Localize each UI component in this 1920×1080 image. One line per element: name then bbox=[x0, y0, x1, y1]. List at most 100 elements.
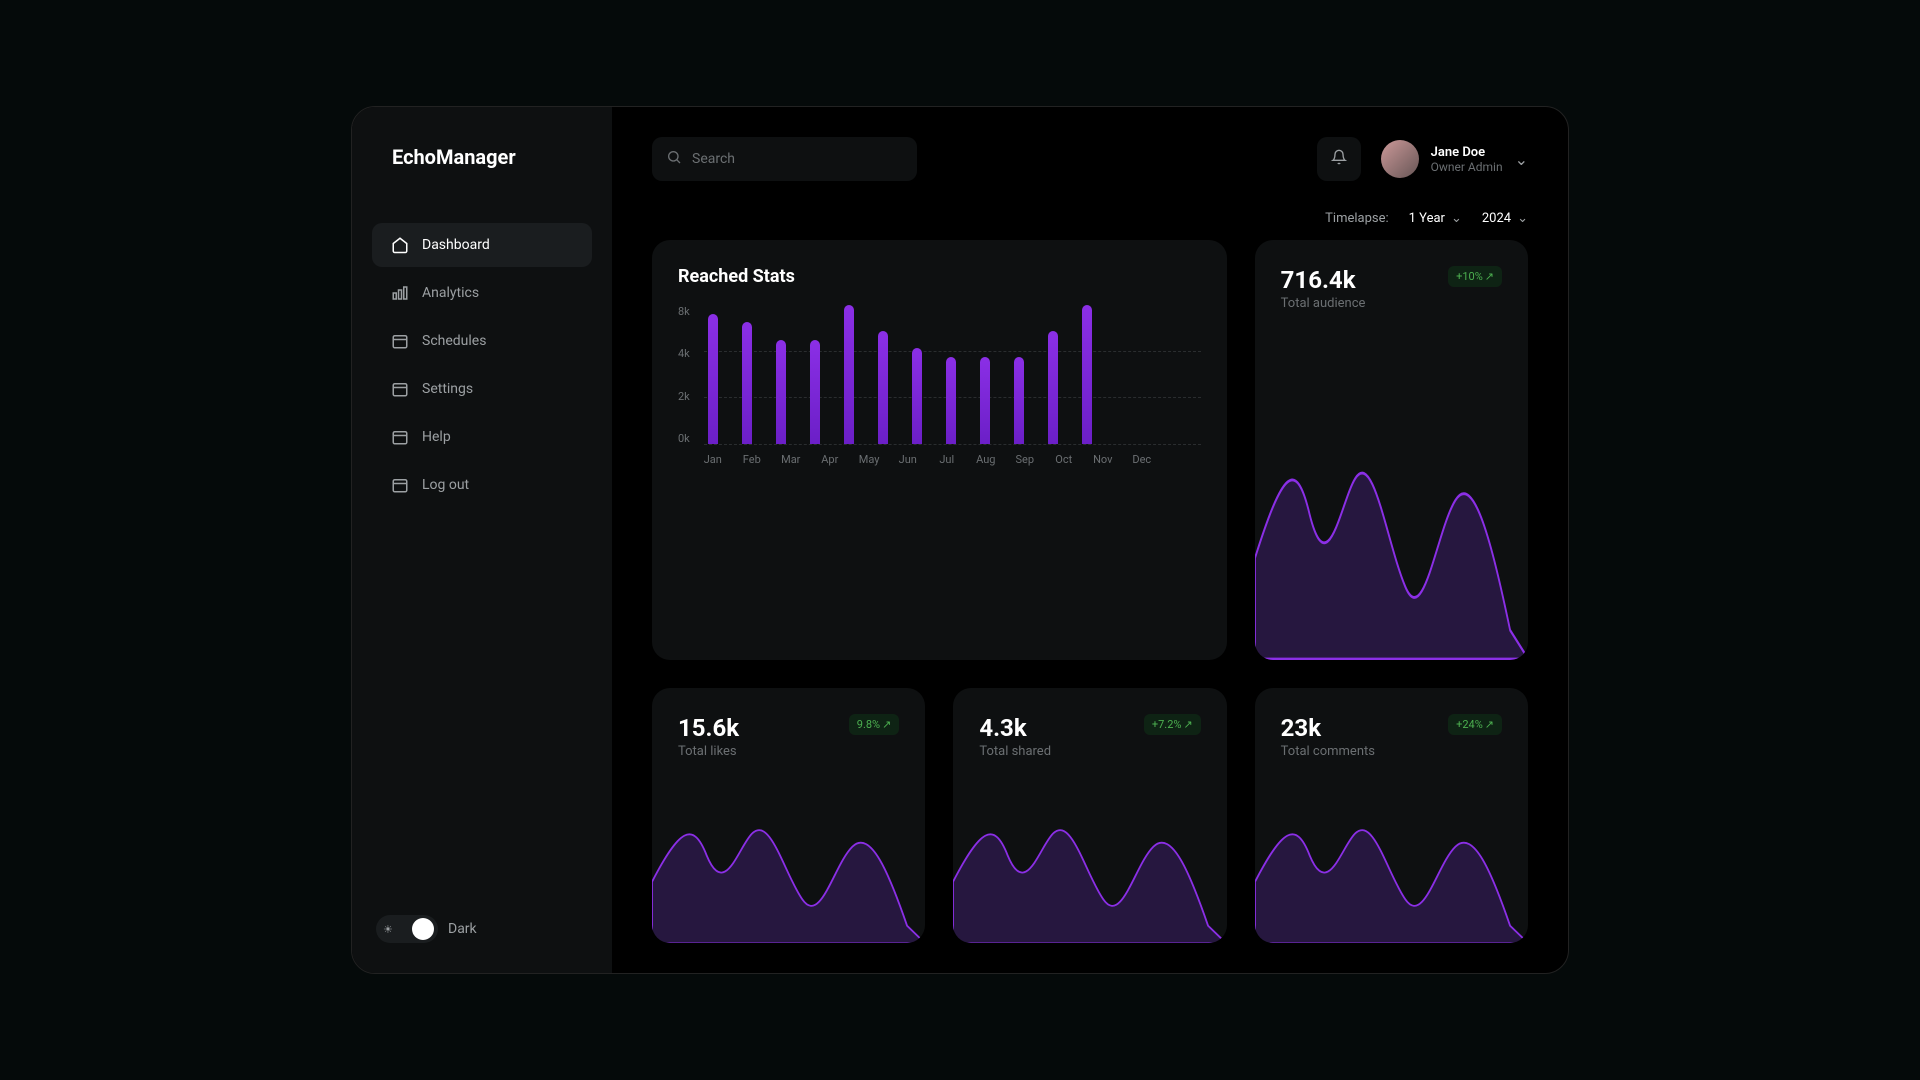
calendar-icon bbox=[390, 331, 410, 351]
bar[interactable] bbox=[912, 348, 922, 444]
trend-up-icon: ↗ bbox=[1183, 718, 1192, 731]
x-tick: Oct bbox=[1054, 453, 1074, 466]
x-tick: Apr bbox=[820, 453, 840, 466]
stat-label: Total audience bbox=[1281, 296, 1366, 311]
sidebar-item-label: Log out bbox=[422, 477, 469, 493]
sparkline bbox=[1255, 399, 1528, 659]
bar[interactable] bbox=[946, 357, 956, 444]
chart-icon bbox=[390, 283, 410, 303]
sidebar-item-dashboard[interactable]: Dashboard bbox=[372, 223, 592, 267]
comments-card: 23k Total comments +24% ↗ bbox=[1255, 688, 1528, 944]
x-tick: Dec bbox=[1132, 453, 1152, 466]
bar[interactable] bbox=[810, 340, 820, 444]
sun-icon: ☀ bbox=[383, 923, 393, 936]
notifications-button[interactable] bbox=[1317, 137, 1361, 181]
chevron-down-icon: ⌄ bbox=[1451, 211, 1462, 226]
y-tick: 8k bbox=[678, 305, 690, 318]
search-icon bbox=[666, 149, 682, 169]
x-axis: JanFebMarAprMayJunJulAugSepOctNovDec bbox=[704, 445, 1201, 466]
user-role: Owner Admin bbox=[1431, 160, 1503, 174]
search-box[interactable] bbox=[652, 137, 917, 181]
y-tick: 2k bbox=[678, 390, 690, 403]
stat-value: 716.4k bbox=[1281, 266, 1366, 294]
timelapse-value: 1 Year bbox=[1409, 211, 1445, 226]
filter-bar: Timelapse: 1 Year ⌄ 2024 ⌄ bbox=[652, 211, 1528, 226]
trend-up-icon: ↗ bbox=[1485, 270, 1494, 283]
bar[interactable] bbox=[1082, 305, 1092, 444]
year-select[interactable]: 2024 ⌄ bbox=[1482, 211, 1528, 226]
trend-up-icon: ↗ bbox=[1485, 718, 1494, 731]
stat-label: Total likes bbox=[678, 744, 739, 759]
main-content: Jane Doe Owner Admin ⌄ Timelapse: 1 Year… bbox=[612, 107, 1568, 973]
delta-badge: +7.2%↗ bbox=[1144, 714, 1201, 735]
home-icon bbox=[390, 235, 410, 255]
bell-icon bbox=[1331, 149, 1347, 169]
card-title: Reached Stats bbox=[678, 266, 1201, 287]
sidebar-item-label: Dashboard bbox=[422, 237, 490, 253]
year-value: 2024 bbox=[1482, 211, 1511, 226]
sidebar-item-settings[interactable]: Settings bbox=[372, 367, 592, 411]
bar[interactable] bbox=[844, 305, 854, 444]
sidebar-item-analytics[interactable]: Analytics bbox=[372, 271, 592, 315]
calendar-icon bbox=[390, 475, 410, 495]
sidebar-item-label: Analytics bbox=[422, 285, 479, 301]
timelapse-label: Timelapse: bbox=[1325, 211, 1389, 226]
sparkline bbox=[1255, 785, 1528, 943]
bar[interactable] bbox=[1048, 331, 1058, 444]
bar-area bbox=[704, 305, 1201, 445]
reached-stats-card: Reached Stats 8k 4k 2k 0k Jan Feb Mar Apr Ma… bbox=[652, 240, 1227, 660]
nav: Dashboard Analytics Schedules Settings H… bbox=[372, 223, 592, 507]
x-tick: Mar bbox=[781, 453, 801, 466]
calendar-icon bbox=[390, 427, 410, 447]
timelapse-select[interactable]: 1 Year ⌄ bbox=[1409, 211, 1462, 226]
y-tick: 4k bbox=[678, 347, 690, 360]
app-logo: EchoManager bbox=[372, 145, 592, 169]
bar[interactable] bbox=[878, 331, 888, 444]
x-tick: Jan bbox=[703, 453, 723, 466]
x-tick: Nov bbox=[1093, 453, 1113, 466]
profile-menu[interactable]: Jane Doe Owner Admin ⌄ bbox=[1381, 140, 1528, 178]
avatar bbox=[1381, 140, 1419, 178]
sparkline bbox=[652, 785, 925, 943]
sidebar-item-label: Help bbox=[422, 429, 451, 445]
x-tick: May bbox=[859, 453, 879, 466]
stat-label: Total shared bbox=[979, 744, 1051, 759]
sidebar-item-schedules[interactable]: Schedules bbox=[372, 319, 592, 363]
bar[interactable] bbox=[708, 314, 718, 444]
bar[interactable] bbox=[742, 322, 752, 444]
stat-value: 4.3k bbox=[979, 714, 1051, 742]
search-input[interactable] bbox=[692, 151, 903, 167]
stat-label: Total comments bbox=[1281, 744, 1375, 759]
trend-up-icon: ↗ bbox=[882, 718, 891, 731]
theme-toggle[interactable]: ☀ bbox=[376, 915, 438, 943]
sidebar-item-logout[interactable]: Log out bbox=[372, 463, 592, 507]
delta-badge: +10% ↗ bbox=[1448, 266, 1502, 287]
bar[interactable] bbox=[1014, 357, 1024, 444]
y-tick: 0k bbox=[678, 432, 690, 445]
stat-value: 23k bbox=[1281, 714, 1375, 742]
x-tick: Sep bbox=[1015, 453, 1035, 466]
audience-card: 716.4k Total audience +10% ↗ bbox=[1255, 240, 1528, 660]
sidebar-item-label: Settings bbox=[422, 381, 473, 397]
delta-badge: +24% ↗ bbox=[1448, 714, 1502, 735]
sidebar: EchoManager Dashboard Analytics Schedule… bbox=[352, 107, 612, 973]
y-axis: 8k 4k 2k 0k bbox=[678, 305, 696, 445]
shared-card: 4.3k Total shared +7.2%↗ bbox=[953, 688, 1226, 944]
topbar: Jane Doe Owner Admin ⌄ bbox=[652, 137, 1528, 181]
sparkline bbox=[953, 785, 1226, 943]
sidebar-item-label: Schedules bbox=[422, 333, 486, 349]
calendar-icon bbox=[390, 379, 410, 399]
bar[interactable] bbox=[980, 357, 990, 444]
user-name: Jane Doe bbox=[1431, 145, 1503, 160]
chevron-down-icon: ⌄ bbox=[1517, 211, 1528, 226]
theme-label: Dark bbox=[448, 921, 477, 937]
toggle-knob bbox=[412, 918, 434, 940]
bar[interactable] bbox=[776, 340, 786, 444]
x-tick: Feb bbox=[742, 453, 762, 466]
dashboard-grid: Reached Stats 8k 4k 2k 0k Jan Feb Mar Apr Ma… bbox=[652, 240, 1528, 943]
sidebar-item-help[interactable]: Help bbox=[372, 415, 592, 459]
delta-badge: 9.8% ↗ bbox=[849, 714, 900, 735]
theme-switcher: ☀ Dark bbox=[372, 915, 592, 943]
stat-value: 15.6k bbox=[678, 714, 739, 742]
x-tick: Jul bbox=[937, 453, 957, 466]
